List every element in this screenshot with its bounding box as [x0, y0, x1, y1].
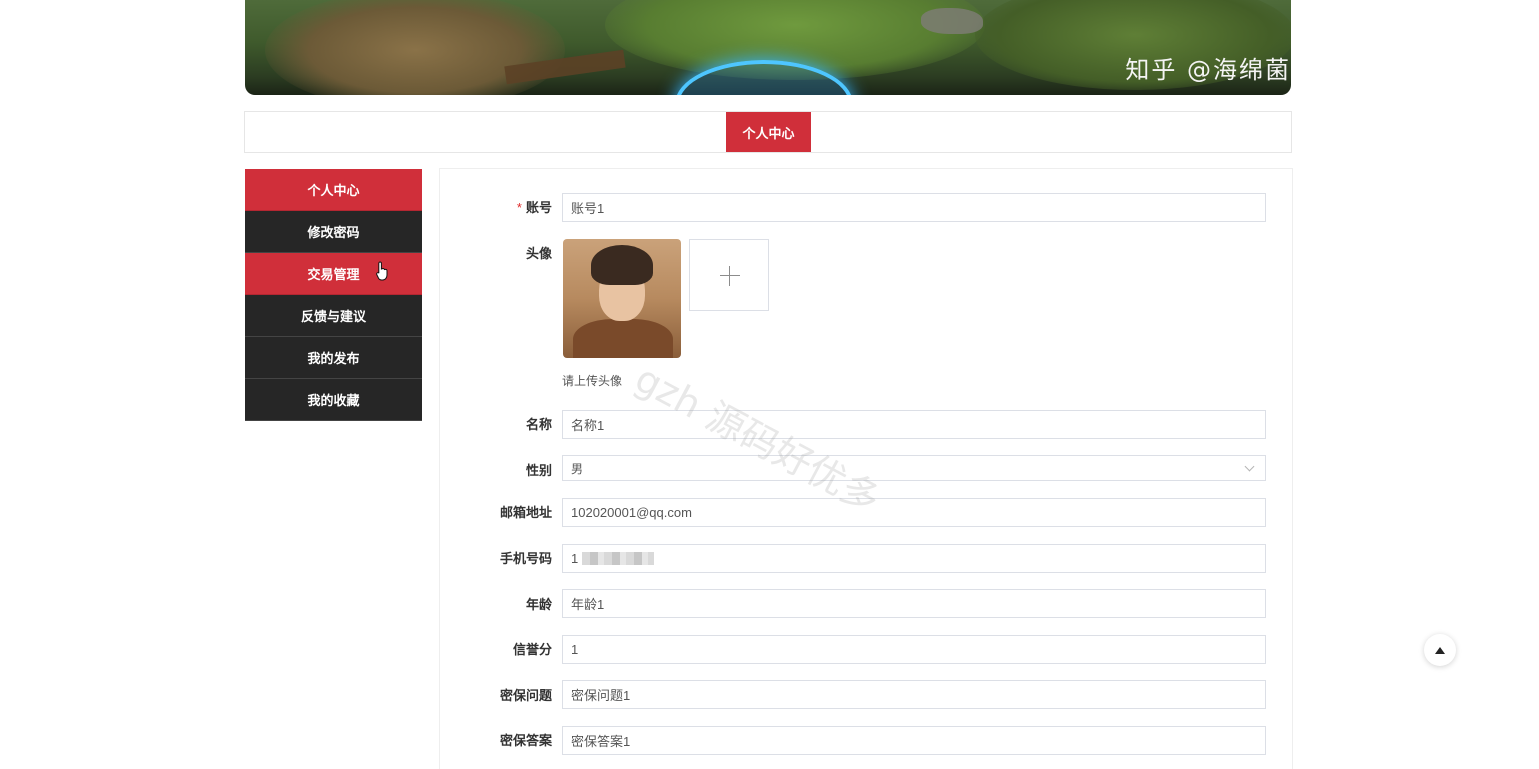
security-question-input[interactable]: 密保问题1	[562, 680, 1266, 709]
tab-personal-center[interactable]: 个人中心	[726, 112, 811, 152]
security-question-label: 密保问题	[499, 688, 552, 703]
name-label: 名称	[525, 417, 552, 432]
banner-rock	[921, 8, 983, 34]
banner-watermark: 知乎 @海绵菌	[1125, 56, 1291, 84]
phone-visible-digit: 1	[571, 551, 579, 566]
sidebar-item-change-password[interactable]: 修改密码	[245, 211, 422, 253]
top-tab-bar: 个人中心	[244, 111, 1292, 153]
caret-up-icon	[1435, 646, 1445, 654]
sidebar-menu: 个人中心 修改密码 交易管理 反馈与建议 我的发布 我的收藏	[245, 169, 422, 421]
email-label: 邮箱地址	[499, 505, 552, 520]
avatar-hint: 请上传头像	[562, 374, 623, 388]
back-to-top-button[interactable]	[1424, 634, 1456, 666]
gender-select[interactable]: 男	[562, 455, 1266, 481]
required-mark: *	[516, 200, 522, 215]
sidebar-item-my-favorites[interactable]: 我的收藏	[245, 379, 422, 421]
security-answer-label: 密保答案	[499, 733, 552, 748]
hand-pointer-icon	[376, 261, 388, 281]
avatar-hair	[591, 245, 653, 285]
credit-label: 信誉分	[512, 642, 552, 657]
sidebar-item-label: 交易管理	[307, 267, 360, 282]
sidebar-item-transaction-management[interactable]: 交易管理	[245, 253, 422, 295]
avatar-image[interactable]	[563, 239, 681, 358]
age-input[interactable]: 年龄1	[562, 589, 1266, 618]
header-banner: 知乎 @海绵菌	[245, 0, 1291, 95]
email-input[interactable]: 102020001@qq.com	[562, 498, 1266, 527]
age-label: 年龄	[525, 597, 552, 612]
avatar-label: 头像	[525, 246, 552, 261]
sidebar-item-feedback[interactable]: 反馈与建议	[245, 295, 422, 337]
plus-icon-stroke	[729, 266, 730, 286]
account-label-text: 账号	[525, 200, 552, 215]
sidebar-item-my-posts[interactable]: 我的发布	[245, 337, 422, 379]
account-label: * 账号	[440, 197, 552, 216]
security-answer-input[interactable]: 密保答案1	[562, 726, 1266, 755]
gender-select-value: 男	[571, 461, 584, 476]
plus-icon	[720, 275, 740, 276]
credit-input[interactable]: 1	[562, 635, 1266, 664]
chevron-down-icon	[1244, 461, 1255, 472]
gender-label: 性别	[525, 463, 552, 478]
phone-label: 手机号码	[499, 551, 552, 566]
sidebar-item-personal-center[interactable]: 个人中心	[245, 169, 422, 211]
phone-redaction	[582, 552, 655, 565]
phone-input[interactable]: 1	[562, 544, 1266, 573]
avatar-upload-button[interactable]	[689, 239, 769, 311]
account-input[interactable]: 账号1	[562, 193, 1266, 222]
